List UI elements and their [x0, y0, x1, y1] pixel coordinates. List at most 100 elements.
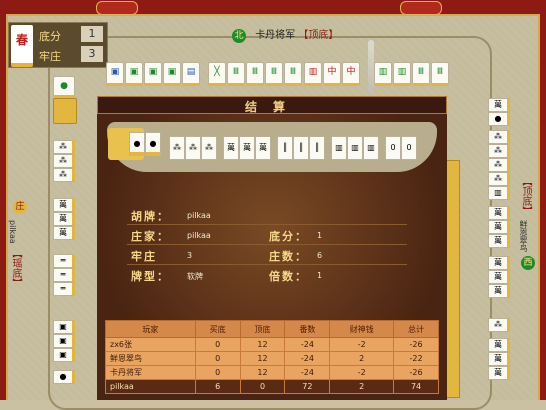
- tile: 萬: [488, 284, 510, 298]
- multi-label: 倍数：: [269, 270, 308, 283]
- cell-player: 卡丹将军: [105, 365, 196, 380]
- left-frame: [0, 14, 8, 400]
- tile: 萬: [53, 226, 75, 240]
- west-badge: 西: [521, 256, 535, 270]
- hand-tile: ⁂: [185, 136, 201, 160]
- cell: -26: [393, 365, 439, 380]
- tile: 萬: [488, 220, 510, 234]
- hand-tile: ▥: [363, 136, 379, 160]
- round-wind-tile: 春: [11, 25, 33, 67]
- north-badge: 北: [232, 29, 246, 43]
- cell: 0: [194, 365, 241, 380]
- base-score-label: 底分: [39, 30, 61, 43]
- hu-value: pilkaa: [187, 211, 211, 220]
- col-header-player: 玩家: [105, 320, 196, 338]
- cell: 6: [194, 379, 241, 394]
- right-player-label: 【顶底】 鲜恩翠鸟 西: [518, 176, 538, 270]
- hand-tile: 0: [401, 136, 417, 160]
- cell-player: 鲜恩翠鸟: [105, 351, 196, 366]
- tile: ⁂: [53, 140, 75, 154]
- cell-player: zx6张: [105, 337, 196, 352]
- hu-tile: ●: [129, 132, 145, 156]
- col-header-money: 财神钱: [329, 320, 395, 338]
- tile: ▣: [144, 62, 162, 86]
- tile: 中: [342, 62, 360, 86]
- tile: 萬: [488, 366, 510, 380]
- laozhuang-label: 牢庄: [131, 250, 157, 263]
- score-panel: 春 底分 1 牢庄 3: [8, 22, 108, 68]
- laozhuang-value: 3: [187, 251, 193, 260]
- tile: ▥: [488, 186, 510, 200]
- type-value: 软牌: [187, 272, 203, 281]
- hu-label: 胡牌：: [131, 210, 170, 223]
- top-player-name: 卡丹将军: [255, 30, 296, 41]
- top-frame: [0, 0, 546, 16]
- multi-value: 1: [317, 271, 323, 280]
- tile: ⁂: [488, 158, 510, 172]
- cell: -24: [284, 337, 331, 352]
- dealer-row: 牢庄 3: [37, 45, 105, 65]
- divider: [127, 224, 407, 225]
- cell: -22: [393, 351, 439, 366]
- hand-tile: 萬: [223, 136, 239, 160]
- tile: ▣: [163, 62, 181, 86]
- top-player-position: 【顶底】: [298, 30, 339, 41]
- score-table: 玩家 买底 顶底 番数 财神钱 总计 zx6张 0 12 -24 -2 -26: [105, 320, 439, 394]
- cell: -24: [284, 351, 331, 366]
- tile: 萬: [488, 256, 510, 270]
- cell: 0: [239, 379, 286, 394]
- dealer-label: 牢庄: [39, 50, 61, 63]
- hu-tile: ●: [145, 132, 161, 156]
- col-header-total: 总计: [393, 320, 439, 338]
- tile: ⁂: [53, 154, 75, 168]
- tile: 萬: [488, 98, 510, 112]
- tile: ▥: [374, 62, 392, 86]
- table-row: 卡丹将军 0 12 -24 -2 -26: [105, 365, 439, 380]
- cell: 2: [329, 379, 395, 394]
- hand-tile: ║: [293, 136, 309, 160]
- dialog-title: 结算: [244, 100, 301, 114]
- left-player-position: 【瑶底】: [10, 247, 21, 288]
- tile: ●: [53, 76, 75, 98]
- cell: 12: [239, 337, 286, 352]
- frame-ornament: [400, 1, 442, 15]
- cell: -2: [329, 337, 395, 352]
- tile: ▣: [53, 334, 75, 348]
- top-player-label: 北 卡丹将军 【顶底】: [232, 26, 338, 43]
- tile: ▣: [53, 320, 75, 334]
- tile: ╳: [208, 62, 226, 86]
- frame-ornament: [96, 1, 138, 15]
- settlement-dialog: 结算 ● ● ⁂ ⁂ ⁂ 萬 萬 萬 ║ ║ ║ ▥ ▥ ▥ 0 0 胡牌： p…: [97, 96, 447, 400]
- tile: ▣: [53, 348, 75, 362]
- hand-tile: ▥: [347, 136, 363, 160]
- dealer-label: 庄家：: [131, 230, 170, 243]
- hand-tile: 0: [385, 136, 401, 160]
- wall-tiles: [446, 160, 460, 398]
- tile: ═: [53, 268, 75, 282]
- cell: -24: [284, 365, 331, 380]
- winning-hand-panel: ● ● ⁂ ⁂ ⁂ 萬 萬 萬 ║ ║ ║ ▥ ▥ ▥ 0 0: [107, 122, 437, 172]
- tile: ▥: [304, 62, 322, 86]
- base-score-row: 底分 1: [37, 25, 105, 45]
- tile: Ⅲ: [412, 62, 430, 86]
- dealer-value: pilkaa: [187, 231, 211, 240]
- base-score-value: 1: [81, 26, 103, 42]
- divider: [127, 264, 407, 265]
- cell: 12: [239, 351, 286, 366]
- cell-player: pilkaa: [105, 379, 196, 394]
- tile: ⁂: [488, 318, 510, 332]
- tile: Ⅲ: [284, 62, 302, 86]
- col-header-buy: 买底: [194, 320, 241, 338]
- dialog-body: ● ● ⁂ ⁂ ⁂ 萬 萬 萬 ║ ║ ║ ▥ ▥ ▥ 0 0 胡牌： pilk…: [97, 114, 447, 400]
- hand-tile: ║: [277, 136, 293, 160]
- fan-label: 庄数：: [269, 250, 308, 263]
- col-header-fan: 番数: [284, 320, 331, 338]
- hand-tile: ║: [309, 136, 325, 160]
- cell: 72: [284, 379, 331, 394]
- right-player-name: 鲜恩翠鸟: [519, 220, 528, 252]
- cell: 2: [329, 351, 395, 366]
- tile: ⁂: [488, 172, 510, 186]
- tile: 萬: [488, 234, 510, 248]
- tile: ●: [53, 370, 75, 384]
- tile: Ⅲ: [227, 62, 245, 86]
